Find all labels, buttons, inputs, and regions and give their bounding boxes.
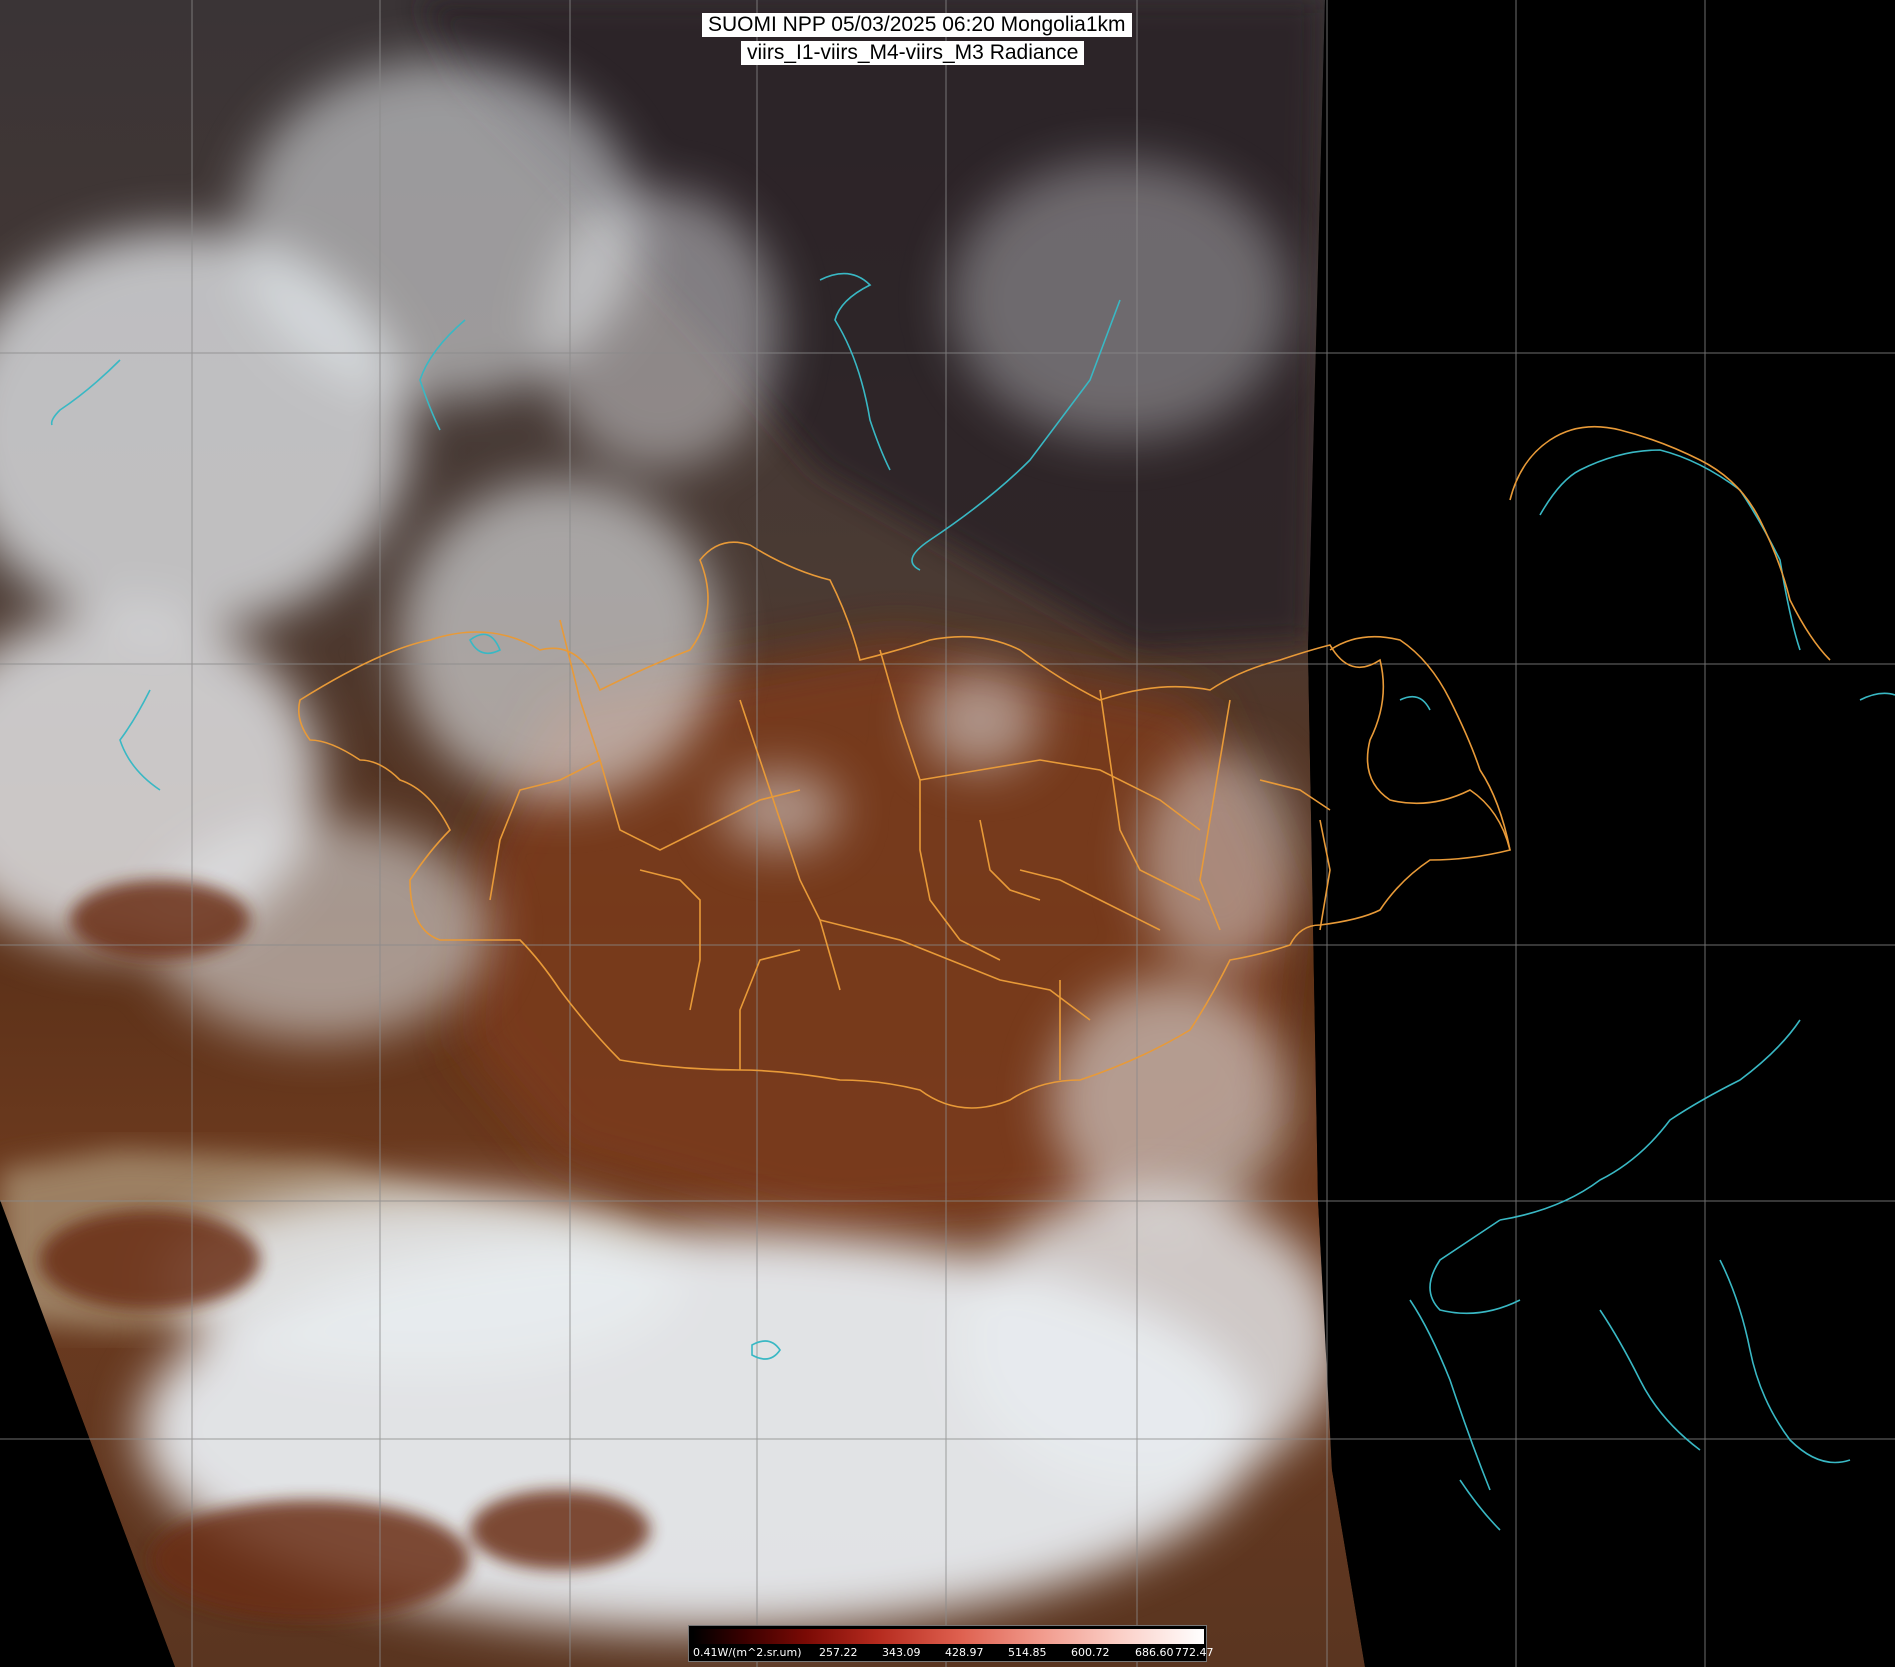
- satellite-image-viewer: SUOMI NPP 05/03/2025 06:20 Mongolia1km v…: [0, 0, 1895, 1667]
- colorbar-label: 600.72: [1071, 1646, 1110, 1659]
- colorbar-label-max: 772.47: [1175, 1646, 1214, 1659]
- radiance-colorbar: 0.41W/(m^2.sr.um) 257.22 343.09 428.97 5…: [688, 1625, 1214, 1662]
- no-data-east: [1308, 0, 1895, 1667]
- colorbar-label: 686.60: [1135, 1646, 1174, 1659]
- image-title-line1: SUOMI NPP 05/03/2025 06:20 Mongolia1km: [702, 13, 1132, 37]
- colorbar-tick-labels: 0.41W/(m^2.sr.um) 257.22 343.09 428.97 5…: [689, 1646, 1214, 1660]
- satellite-map: [0, 0, 1895, 1667]
- colorbar-label: 343.09: [882, 1646, 921, 1659]
- colorbar-label-min: 0.41W/(m^2.sr.um): [693, 1646, 802, 1659]
- colorbar-label: 514.85: [1008, 1646, 1047, 1659]
- colorbar-label: 257.22: [819, 1646, 858, 1659]
- colorbar-label: 428.97: [945, 1646, 984, 1659]
- image-title-line2: viirs_I1-viirs_M4-viirs_M3 Radiance: [741, 41, 1085, 65]
- colorbar-gradient: [693, 1629, 1204, 1644]
